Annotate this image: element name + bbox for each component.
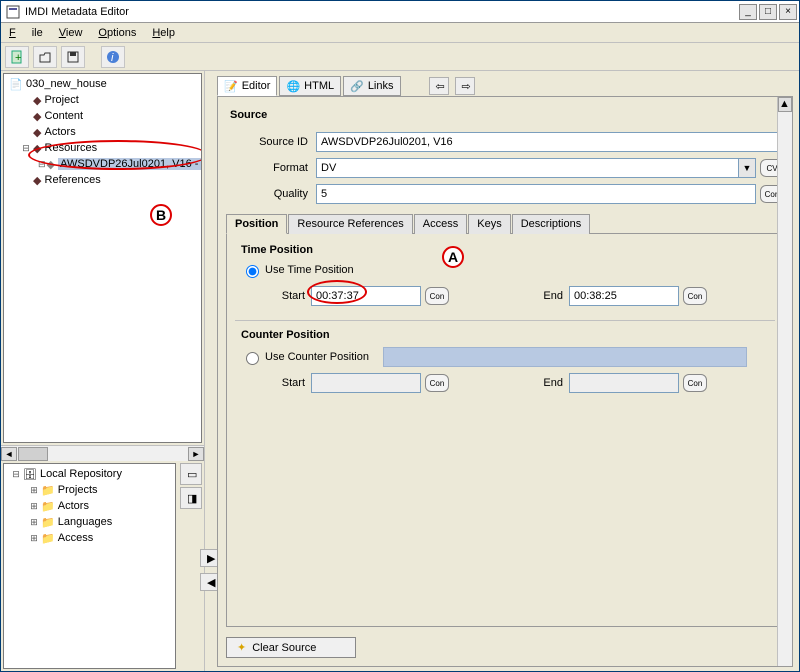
repo-panel-button-1[interactable]: ▭ (180, 463, 202, 485)
repository-tree[interactable]: ⊟🗄 Local Repository ⊞📁 Projects ⊞📁 Actor… (3, 463, 176, 669)
clear-source-button[interactable]: ✦ Clear Source (226, 637, 356, 658)
repo-item[interactable]: Projects (58, 484, 98, 496)
tree-item[interactable]: References (45, 174, 101, 186)
tree-root[interactable]: 030_new_house (26, 78, 107, 90)
counter-end-input (569, 373, 679, 393)
tree-item[interactable]: Resources (45, 142, 98, 154)
open-button[interactable] (33, 46, 57, 68)
toolbar: + i (1, 43, 799, 71)
session-icon: 📄 (8, 78, 24, 91)
format-combo[interactable]: ▼ (316, 158, 756, 178)
menu-file[interactable]: File (1, 25, 51, 41)
app-icon (5, 4, 21, 20)
chevron-down-icon[interactable]: ▼ (738, 158, 756, 178)
subtab-position[interactable]: Position (226, 214, 287, 234)
end-label: End (449, 290, 569, 302)
panel-vertical-scrollbar[interactable]: ▲ (777, 97, 792, 666)
time-start-con-button[interactable]: Con (425, 287, 449, 305)
close-button[interactable]: × (779, 4, 797, 20)
counter-position-title: Counter Position (241, 329, 775, 341)
menu-options[interactable]: Options (90, 25, 144, 41)
maximize-button[interactable]: □ (759, 4, 777, 20)
time-end-con-button[interactable]: Con (683, 287, 707, 305)
session-tree[interactable]: 📄030_new_house ◆ Project ◆ Content ◆ Act… (3, 73, 202, 443)
html-icon: 🌐 (286, 80, 300, 93)
repo-root[interactable]: Local Repository (40, 468, 122, 480)
new-doc-button[interactable]: + (5, 46, 29, 68)
counter-start-input (311, 373, 421, 393)
counter-highlight (383, 347, 747, 367)
expander-icon[interactable]: ⊟ (38, 159, 46, 170)
save-button[interactable] (61, 46, 85, 68)
start-label: Start (241, 290, 311, 302)
format-label: Format (226, 162, 316, 174)
menu-bar: File View Options Help (1, 23, 799, 43)
left-pane: 📄030_new_house ◆ Project ◆ Content ◆ Act… (1, 71, 205, 671)
use-counter-position-label: Use Counter Position (265, 351, 369, 363)
tree-item[interactable]: Project (45, 94, 79, 106)
expander-icon[interactable]: ⊟ (20, 143, 32, 154)
doc-icon: 📝 (224, 80, 238, 93)
subtab-descriptions[interactable]: Descriptions (512, 214, 591, 234)
history-forward-button[interactable]: ⇨ (455, 77, 475, 95)
tab-editor[interactable]: 📝Editor (217, 76, 277, 96)
use-time-position-radio[interactable] (246, 265, 259, 278)
subtab-resource-references[interactable]: Resource References (288, 214, 412, 234)
tab-links[interactable]: 🔗Links (343, 76, 400, 96)
time-position-title: Time Position (241, 244, 775, 256)
repo-item[interactable]: Actors (58, 500, 89, 512)
subtab-access[interactable]: Access (414, 214, 467, 234)
source-id-label: Source ID (226, 136, 316, 148)
tree-resource-item[interactable]: AWSDVDP26Jul0201, V16 - DV (58, 158, 202, 170)
tab-html[interactable]: 🌐HTML (279, 76, 341, 96)
counter-start-label: Start (241, 377, 311, 389)
time-start-input[interactable] (311, 286, 421, 306)
repo-panel-button-2[interactable]: ◨ (180, 487, 202, 509)
splitter[interactable]: ▶ ◀ (205, 71, 213, 671)
db-icon: 🗄 (23, 468, 37, 481)
tree-item[interactable]: Content (45, 110, 84, 122)
title-bar: IMDI Metadata Editor _ □ × (1, 1, 799, 23)
menu-view[interactable]: View (51, 25, 91, 41)
counter-start-con-button[interactable]: Con (425, 374, 449, 392)
info-button[interactable]: i (101, 46, 125, 68)
quality-label: Quality (226, 188, 316, 200)
source-id-input[interactable] (316, 132, 784, 152)
quality-input[interactable] (316, 184, 756, 204)
links-icon: 🔗 (350, 80, 364, 93)
subtab-keys[interactable]: Keys (468, 214, 510, 234)
time-end-input[interactable] (569, 286, 679, 306)
counter-end-label: End (449, 377, 569, 389)
tree-horizontal-scrollbar[interactable]: ◄► (1, 445, 204, 461)
clear-icon: ✦ (237, 641, 246, 654)
minimize-button[interactable]: _ (739, 4, 757, 20)
repo-item[interactable]: Languages (58, 516, 112, 528)
repo-item[interactable]: Access (58, 532, 93, 544)
use-counter-position-radio[interactable] (246, 352, 259, 365)
svg-text:+: + (15, 52, 21, 64)
history-back-button[interactable]: ⇦ (429, 77, 449, 95)
tree-item[interactable]: Actors (45, 126, 76, 138)
window-title: IMDI Metadata Editor (25, 6, 739, 18)
editor-pane: 📝Editor 🌐HTML 🔗Links ⇦ ⇨ Source Source I… (213, 71, 799, 671)
source-section-title: Source (226, 105, 784, 129)
use-time-position-label: Use Time Position (265, 264, 354, 276)
menu-help[interactable]: Help (144, 25, 183, 41)
counter-end-con-button[interactable]: Con (683, 374, 707, 392)
